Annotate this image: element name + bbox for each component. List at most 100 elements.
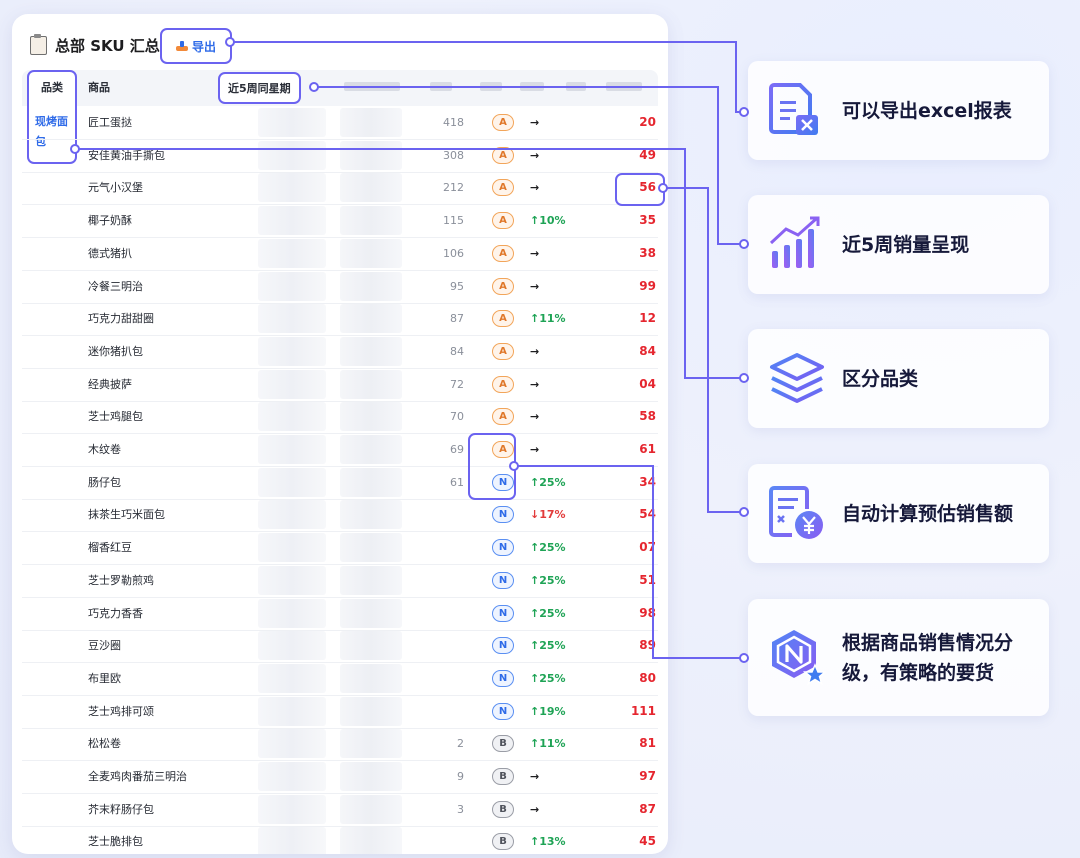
product-name: 安佳黄油手撕包 [88, 148, 165, 162]
product-name: 豆沙圈 [88, 639, 121, 653]
feature-card-grade: 根据商品销售情况分级，有策略的要货 [748, 599, 1049, 716]
excel-report-icon [769, 83, 818, 135]
obscured-cell [258, 631, 326, 661]
obscured-cell [340, 729, 402, 759]
sales-qty [410, 825, 464, 854]
obscured-cell [340, 336, 402, 366]
sales-qty: 70 [450, 410, 464, 424]
layers-icon [770, 353, 824, 403]
table-row[interactable]: 芝士脆排包 B ↑13% 45 [22, 825, 658, 854]
header-product: 商品 [88, 81, 110, 94]
table-row[interactable]: 布里欧 N ↑25% 80 [22, 662, 658, 696]
obscured-cell [340, 631, 402, 661]
feature-text-trend: 近5周销量呈现 [842, 233, 970, 256]
table-row[interactable]: 肠仔包 61 N ↑25% 34 [22, 466, 658, 500]
obscured-cell [340, 467, 402, 497]
table-row[interactable]: 巧克力香香 N ↑25% 98 [22, 597, 658, 631]
feature-text-estimate: 自动计算预估销售额 [842, 502, 1014, 525]
trend-indicator: ↑25% [530, 475, 566, 489]
product-name: 芝士罗勒煎鸡 [88, 573, 154, 587]
obscured-cell [340, 140, 402, 170]
obscured-cell [258, 467, 326, 497]
table-row[interactable]: 德式猪扒 106 A → 38 [22, 237, 658, 271]
table-row[interactable]: 芝士鸡排可颂 N ↑19% 111 [22, 695, 658, 729]
export-button[interactable]: 导出 [160, 28, 232, 64]
table-row[interactable]: 豆沙圈 N ↑25% 89 [22, 629, 658, 664]
product-name: 布里欧 [88, 671, 121, 685]
table-row[interactable]: 经典披萨 72 A → 04 [22, 368, 658, 402]
obscured-cell [340, 533, 402, 563]
trend-indicator: → [530, 377, 540, 391]
table-row[interactable]: 安佳黄油手撕包 308 A → 49 [22, 139, 658, 173]
obscured-cell [258, 729, 326, 759]
table-row[interactable]: 抹茶生巧米面包 N ↓17% 54 [22, 498, 658, 533]
table-row[interactable]: 迷你猪扒包 84 A → 84 [22, 335, 658, 369]
sales-qty [410, 564, 464, 597]
table-row[interactable]: 松松卷 2 B ↑11% 81 [22, 727, 658, 762]
obscured-cell [340, 794, 402, 824]
table-row[interactable]: 芥末籽肠仔包 3 B → 87 [22, 793, 658, 827]
export-icon [175, 41, 188, 51]
grade-badge: A [492, 212, 514, 230]
obscured-cell [258, 533, 326, 563]
product-name: 全麦鸡肉番茄三明治 [88, 770, 187, 783]
trend-indicator: ↑25% [530, 573, 566, 587]
table-row[interactable]: 芝士罗勒煎鸡 N ↑25% 51 [22, 564, 658, 598]
connector-dot [739, 507, 749, 517]
estimated-sales: 99 [639, 278, 656, 293]
table-row[interactable]: 芝士鸡腿包 70 A → 58 [22, 400, 658, 435]
obscured-cell [258, 108, 326, 137]
table-row[interactable]: 冷餐三明治 95 A → 99 [22, 270, 658, 304]
obscured-cell [258, 827, 326, 854]
sales-qty [410, 629, 464, 662]
sales-qty: 2 [457, 737, 464, 751]
sales-qty: 69 [450, 443, 464, 456]
table-row[interactable]: 巧克力甜甜圈 87 A ↑11% 12 [22, 302, 658, 337]
trend-indicator: → [530, 148, 540, 162]
obscured-cell [340, 762, 402, 791]
header-obscured [606, 82, 642, 91]
feature-text-category: 区分品类 [842, 367, 919, 390]
product-name: 冷餐三明治 [88, 279, 143, 293]
product-name: 芝士鸡排可颂 [88, 704, 154, 718]
estimated-sales: 97 [639, 769, 656, 783]
estimated-sales: 54 [639, 507, 656, 522]
obscured-cell [258, 500, 326, 530]
table-row[interactable]: 全麦鸡肉番茄三明治 9 B → 97 [22, 760, 658, 794]
sales-qty: 106 [443, 246, 464, 260]
table-row[interactable]: 木纹卷 69 A → 61 [22, 433, 658, 467]
product-name: 芝士脆排包 [88, 835, 143, 849]
obscured-cell [340, 827, 402, 854]
export-label: 导出 [191, 39, 216, 54]
feature-text-export: 可以导出excel报表 [842, 99, 1012, 122]
estimated-sales: 07 [639, 540, 656, 555]
panel-title: 总部 SKU 汇总 [55, 36, 160, 55]
obscured-cell [340, 565, 402, 595]
table-row[interactable]: 匠工蛋挞 418 A → 20 [22, 106, 658, 140]
obscured-cell [340, 271, 402, 301]
obscured-cell [258, 173, 326, 203]
obscured-cell [258, 402, 326, 432]
hexagon-n-star-icon [772, 630, 826, 685]
estimated-sales: 111 [630, 703, 656, 718]
table-row[interactable]: 榴香红豆 N ↑25% 07 [22, 531, 658, 566]
trend-indicator: ↑11% [530, 312, 566, 326]
product-name: 巧克力香香 [88, 606, 143, 620]
table-row[interactable]: 元气小汉堡 212 A → 56 [22, 171, 658, 206]
obscured-cell [340, 173, 402, 203]
grade-badge: A [492, 408, 514, 426]
sales-qty: 418 [443, 116, 464, 129]
obscured-cell [258, 565, 326, 595]
estimated-sales: 45 [639, 834, 656, 849]
obscured-cell [258, 696, 326, 726]
panel-header: 总部 SKU 汇总 [30, 33, 160, 57]
sales-qty: 87 [450, 312, 464, 326]
trend-indicator: ↑13% [530, 835, 566, 849]
grade-badge: N [492, 702, 514, 720]
grade-badge: A [492, 179, 514, 197]
header-weeks[interactable]: 近5周同星期 [218, 72, 301, 104]
obscured-cell [258, 369, 326, 399]
table-row[interactable]: 椰子奶酥 115 A ↑10% 35 [22, 204, 658, 239]
grade-badge: B [492, 768, 514, 785]
header-obscured [344, 82, 400, 91]
